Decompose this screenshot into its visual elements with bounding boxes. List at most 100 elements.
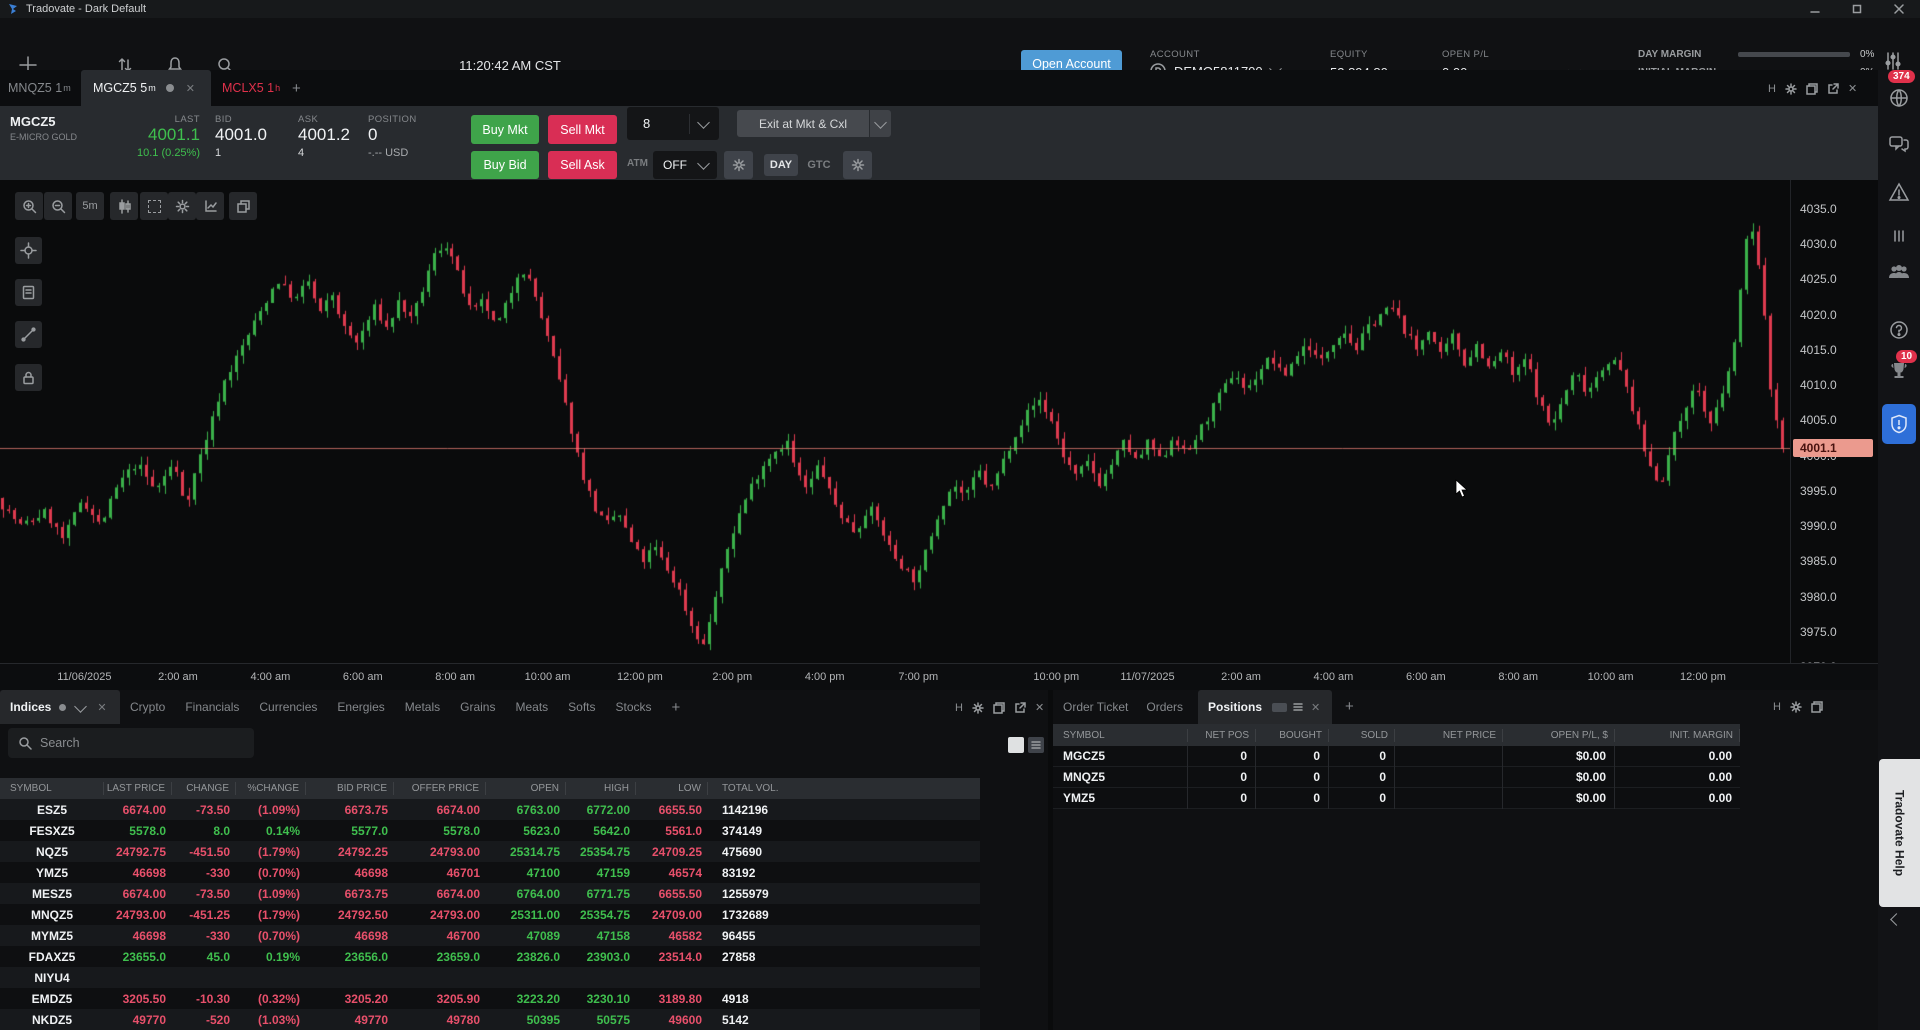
positions-stack-icon[interactable]	[1811, 701, 1823, 713]
crosshair-tool-icon[interactable]	[15, 237, 42, 264]
watchlist-row-ymz5[interactable]: YMZ546698-330(0.70%)46698467014710047159…	[0, 862, 980, 883]
buy-bid-button[interactable]: Buy Bid	[471, 151, 539, 179]
search-input[interactable]: Search	[8, 728, 254, 758]
watchlist-stack-icon[interactable]	[993, 702, 1005, 714]
panel-stack-icon[interactable]	[1806, 83, 1818, 95]
atm-select[interactable]: OFF	[653, 151, 717, 179]
watchlist-close-icon[interactable]: ✕	[1035, 701, 1044, 714]
positions-col-init-margin[interactable]: INIT. MARGIN	[1615, 729, 1740, 742]
watchlist-h-icon[interactable]: H	[955, 702, 963, 714]
watchlist-col-last-price[interactable]: LAST PRICE	[104, 782, 172, 795]
exit-at-mkt-button[interactable]: Exit at Mkt & Cxl	[737, 110, 869, 137]
watchlist-popout-icon[interactable]	[1014, 702, 1026, 714]
panel-close-icon[interactable]: ✕	[1848, 82, 1857, 95]
close-icon[interactable]	[1878, 0, 1920, 18]
help-question-icon[interactable]	[1887, 318, 1911, 342]
watchlist-row-fesxz5[interactable]: FESXZ55578.08.00.14%5577.05578.05623.056…	[0, 820, 980, 841]
gtc-toggle[interactable]: GTC	[802, 154, 836, 176]
atm-gear-icon[interactable]	[724, 151, 753, 179]
watchlist-col-total-vol-[interactable]: TOTAL VOL.	[708, 782, 858, 795]
minimize-icon[interactable]	[1794, 0, 1836, 18]
watchlist-row-mnqz5[interactable]: MNQZ524793.00-451.25(1.79%)24792.5024793…	[0, 904, 980, 925]
positions-row-ymz5[interactable]: YMZ5000$0.000.00	[1053, 788, 1740, 809]
duplicate-chart-icon[interactable]	[229, 192, 257, 220]
tab-orders[interactable]: Orders	[1146, 700, 1183, 714]
quantity-select[interactable]: 8	[627, 107, 719, 140]
positions-row-mgcz5[interactable]: MGCZ5000$0.000.00	[1053, 746, 1740, 767]
notes-tool-icon[interactable]	[15, 279, 42, 306]
interval-button[interactable]: 5m	[76, 192, 104, 220]
watchlist-tab-metals[interactable]: Metals	[405, 700, 440, 714]
watchlist-col-symbol[interactable]: SYMBOL	[0, 782, 104, 795]
tab-mnqz5[interactable]: MNQZ5 1m	[8, 70, 71, 106]
tab-mgcz5[interactable]: MGCZ5 5m✕	[81, 70, 211, 106]
watchlist-tab-energies[interactable]: Energies	[337, 700, 384, 714]
positions-col-sold[interactable]: SOLD	[1329, 729, 1395, 742]
community-icon[interactable]	[1887, 260, 1911, 284]
watchlist-col-bid-price[interactable]: BID PRICE	[306, 782, 394, 795]
watchlist-col-open[interactable]: OPEN	[486, 782, 566, 795]
candlestick-chart[interactable]	[0, 180, 1790, 663]
positions-col-net-pos[interactable]: NET POS	[1188, 729, 1256, 742]
axis-scale-icon[interactable]	[196, 192, 224, 220]
price-axis[interactable]: 4035.04030.04025.04020.04015.04010.04005…	[1790, 180, 1878, 663]
watchlist-tab-chevron-icon[interactable]	[74, 700, 87, 713]
watchlist-tab-softs[interactable]: Softs	[568, 700, 595, 714]
watchlist-col-change[interactable]: CHANGE	[172, 782, 236, 795]
zoom-out-icon[interactable]	[44, 192, 72, 220]
alerts-warning-icon[interactable]	[1887, 180, 1911, 204]
protection-shield-icon[interactable]	[1882, 404, 1916, 444]
columns-icon[interactable]	[1887, 224, 1911, 248]
add-tab-icon[interactable]: +	[292, 70, 301, 106]
panel-gear-icon[interactable]	[1785, 83, 1797, 95]
chart-type-candles-icon[interactable]	[110, 192, 138, 220]
select-region-icon[interactable]	[140, 192, 168, 220]
positions-gear-icon[interactable]	[1790, 701, 1802, 713]
chart-panel[interactable]: 5m 4035.04030.04025.04020.04015.04010.04…	[0, 180, 1878, 663]
watchlist-tab-stocks[interactable]: Stocks	[616, 700, 652, 714]
feed-globe-icon[interactable]	[1887, 86, 1911, 110]
watchlist-tab-close-icon[interactable]: ✕	[97, 701, 106, 714]
watchlist-tab-meats[interactable]: Meats	[515, 700, 548, 714]
positions-tab-close-icon[interactable]: ✕	[1311, 701, 1320, 714]
add-watchlist-tab-icon[interactable]: +	[672, 699, 681, 716]
tab-positions[interactable]: Positions ✕	[1198, 690, 1332, 724]
watchlist-col--change[interactable]: %CHANGE	[236, 782, 306, 795]
watchlist-row-esz5[interactable]: ESZ56674.00-73.50(1.09%)6673.756674.0067…	[0, 799, 980, 820]
watchlist-col-offer-price[interactable]: OFFER PRICE	[394, 782, 486, 795]
watchlist-row-nkdz5[interactable]: NKDZ549770-520(1.03%)4977049780503955057…	[0, 1009, 980, 1030]
zoom-in-icon[interactable]	[15, 192, 43, 220]
watchlist-col-low[interactable]: LOW	[636, 782, 708, 795]
tab-order-ticket[interactable]: Order Ticket	[1063, 700, 1128, 714]
watchlist-row-fdaxz5[interactable]: FDAXZ523655.045.00.19%23656.023659.02382…	[0, 946, 980, 967]
add-panel-tab-icon[interactable]: +	[1345, 698, 1354, 715]
positions-row-mnqz5[interactable]: MNQZ5000$0.000.00	[1053, 767, 1740, 788]
buy-mkt-button[interactable]: Buy Mkt	[471, 115, 539, 144]
positions-col-symbol[interactable]: SYMBOL	[1053, 729, 1188, 742]
sell-mkt-button[interactable]: Sell Mkt	[548, 115, 617, 144]
exit-chevron-down-icon[interactable]	[870, 110, 891, 137]
watchlist-tab-financials[interactable]: Financials	[185, 700, 239, 714]
grid-view-toggle[interactable]	[1008, 737, 1024, 753]
collapse-rail-chevron-icon[interactable]	[1890, 913, 1903, 926]
sell-ask-button[interactable]: Sell Ask	[548, 151, 617, 179]
watchlist-row-nqz5[interactable]: NQZ524792.75-451.50(1.79%)24792.2524793.…	[0, 841, 980, 862]
watchlist-gear-icon[interactable]	[972, 702, 984, 714]
draw-line-tool-icon[interactable]	[15, 321, 42, 348]
watchlist-col-high[interactable]: HIGH	[566, 782, 636, 795]
watchlist-row-mesz5[interactable]: MESZ56674.00-73.50(1.09%)6673.756674.006…	[0, 883, 980, 904]
watchlist-row-niyu4[interactable]: NIYU4	[0, 967, 980, 988]
time-axis[interactable]: 11/06/20252:00 am4:00 am6:00 am8:00 am10…	[0, 663, 1878, 690]
order-gear-icon[interactable]	[843, 151, 872, 179]
chat-icon[interactable]	[1887, 132, 1911, 156]
tab-mclx5[interactable]: MCLX5 1h	[222, 70, 280, 106]
watchlist-tab-currencies[interactable]: Currencies	[259, 700, 317, 714]
watchlist-row-emdz5[interactable]: EMDZ53205.50-10.30(0.32%)3205.203205.903…	[0, 988, 980, 1009]
positions-col-net-price[interactable]: NET PRICE	[1395, 729, 1503, 742]
panel-h-icon[interactable]: H	[1768, 83, 1776, 95]
list-view-toggle[interactable]	[1028, 737, 1044, 753]
panel-popout-icon[interactable]	[1827, 83, 1839, 95]
positions-col-bought[interactable]: BOUGHT	[1256, 729, 1329, 742]
chart-settings-gear-icon[interactable]	[168, 192, 196, 220]
positions-h-icon[interactable]: H	[1773, 701, 1781, 713]
